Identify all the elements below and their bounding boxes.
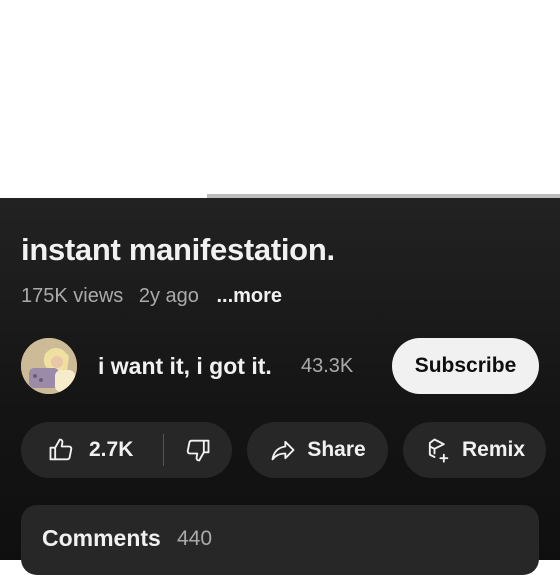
share-button[interactable]: Share bbox=[247, 422, 388, 478]
comments-count: 440 bbox=[177, 527, 213, 550]
channel-avatar[interactable] bbox=[21, 338, 77, 394]
comments-label: Comments bbox=[42, 525, 161, 551]
comments-section[interactable]: Comments 440 bbox=[21, 505, 539, 575]
more-link[interactable]: ...more bbox=[216, 285, 282, 307]
video-title: instant manifestation. bbox=[21, 232, 335, 267]
like-dislike-group: 2.7K bbox=[21, 422, 232, 478]
like-button[interactable]: 2.7K bbox=[21, 436, 157, 464]
view-count: 175K views bbox=[21, 285, 124, 307]
remix-button[interactable]: Remix bbox=[403, 422, 546, 478]
video-info-panel: instant manifestation. 175K views 2y ago… bbox=[0, 198, 560, 575]
video-player[interactable] bbox=[0, 0, 560, 196]
share-label: Share bbox=[307, 438, 366, 461]
share-arrow-icon bbox=[269, 436, 297, 464]
action-bar: 2.7K Share Remix bbox=[21, 422, 560, 479]
video-meta: 175K views 2y ago ...more bbox=[21, 285, 292, 308]
remix-icon bbox=[424, 436, 452, 464]
like-count: 2.7K bbox=[89, 438, 134, 461]
upload-age: 2y ago bbox=[138, 285, 199, 307]
subscribe-button[interactable]: Subscribe bbox=[392, 338, 539, 394]
channel-name[interactable]: i want it, i got it. bbox=[98, 353, 272, 380]
remix-label: Remix bbox=[461, 438, 526, 461]
dislike-button[interactable] bbox=[164, 436, 212, 464]
thumbs-up-icon bbox=[47, 436, 75, 464]
subscriber-count: 43.3K bbox=[301, 355, 354, 377]
channel-row: i want it, i got it. 43.3K Subscribe bbox=[21, 338, 541, 396]
thumbs-down-icon bbox=[184, 436, 212, 464]
